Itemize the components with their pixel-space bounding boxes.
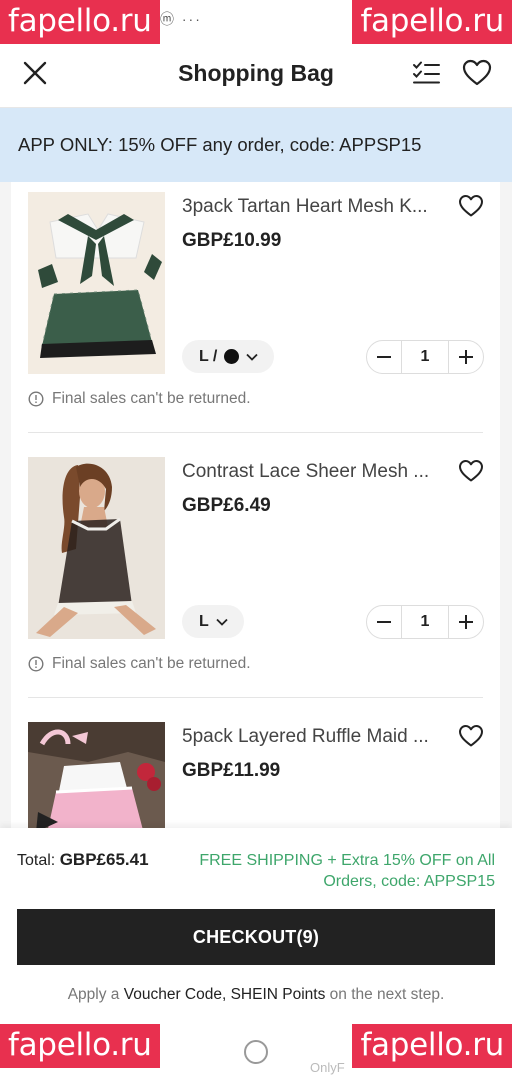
product-price: GBP£10.99 [182,230,282,251]
cart-list: 3pack Tartan Heart Mesh K... GBP£10.99 L… [11,182,500,828]
watermark-top-right: fapello.ru [352,0,512,44]
heart-icon[interactable] [458,194,484,218]
quantity-value[interactable]: 1 [401,341,449,373]
minus-icon [377,621,391,623]
notice-text: Final sales can't be returned. [52,655,251,672]
checklist-icon[interactable] [412,60,440,86]
plus-icon [459,350,473,364]
product-image[interactable] [28,192,165,374]
shipping-promo: FREE SHIPPING + Extra 15% OFF on All Ord… [195,850,495,892]
watermark-bottom-left: fapello.ru [0,1024,160,1068]
status-icons: ⓜ ··· [160,11,202,27]
product-price: GBP£11.99 [182,760,281,781]
final-sale-notice: Final sales can't be returned. [28,390,251,408]
product-title[interactable]: 5pack Layered Ruffle Maid ... [182,726,442,748]
voucher-hint-highlight: Voucher Code, SHEIN Points [123,986,326,1003]
variant-selector[interactable]: L / [182,340,275,373]
shipping-line-1: FREE SHIPPING + Extra 15% OFF on All [199,852,495,869]
decrease-button[interactable] [367,606,401,638]
divider [28,697,483,698]
quantity-stepper: 1 [366,340,484,374]
final-sale-notice: Final sales can't be returned. [28,655,251,673]
wishlist-heart-icon[interactable] [462,59,492,87]
cart-item[interactable]: 5pack Layered Ruffle Maid ... GBP£11.99 [11,712,500,828]
chevron-down-icon [246,353,259,361]
info-icon [28,656,44,672]
minus-icon [377,356,391,358]
plus-icon [459,615,473,629]
voucher-hint-prefix: Apply a [67,986,120,1003]
promo-banner[interactable]: APP ONLY: 15% OFF any order, code: APPSP… [0,108,512,182]
heart-icon[interactable] [458,459,484,483]
checkout-button[interactable]: CHECKOUT(9) [17,909,495,965]
increase-button[interactable] [449,341,483,373]
product-title[interactable]: Contrast Lace Sheer Mesh ... [182,461,442,483]
color-swatch [224,349,240,364]
heart-icon[interactable] [458,724,484,748]
voucher-hint-suffix: on the next step. [329,986,445,1003]
chevron-down-icon [216,618,228,626]
shipping-line-2: Orders, code: APPSP15 [323,873,495,890]
cart-item[interactable]: Contrast Lace Sheer Mesh ... GBP£6.49 L … [11,447,500,712]
quantity-stepper: 1 [366,605,484,639]
size-label: L / [199,347,218,365]
divider [28,432,483,433]
watermark-bottom-right: fapello.ru [352,1024,512,1068]
total-price: Total: GBP£65.41 [17,850,149,870]
decrease-button[interactable] [367,341,401,373]
header: Shopping Bag [0,40,512,108]
home-button[interactable] [244,1040,268,1064]
checkout-footer: Total: GBP£65.41 FREE SHIPPING + Extra 1… [0,828,512,1028]
cart-item[interactable]: 3pack Tartan Heart Mesh K... GBP£10.99 L… [11,182,500,447]
watermark-top-left: fapello.ru [0,0,160,44]
size-label: L [199,612,209,630]
promo-text: APP ONLY: 15% OFF any order, code: APPSP… [18,134,422,155]
product-image[interactable] [28,722,165,828]
increase-button[interactable] [449,606,483,638]
notice-text: Final sales can't be returned. [52,390,251,407]
variant-selector[interactable]: L [182,605,244,638]
total-value: GBP£65.41 [59,850,149,869]
quantity-value[interactable]: 1 [401,606,449,638]
total-label: Total: [17,852,56,869]
voucher-hint: Apply a Voucher Code, SHEIN Points on th… [0,986,512,1004]
info-icon [28,391,44,407]
product-image[interactable] [28,457,165,639]
product-price: GBP£6.49 [182,495,271,516]
overlay-text: OnlyF [310,1060,345,1075]
product-title[interactable]: 3pack Tartan Heart Mesh K... [182,196,442,218]
